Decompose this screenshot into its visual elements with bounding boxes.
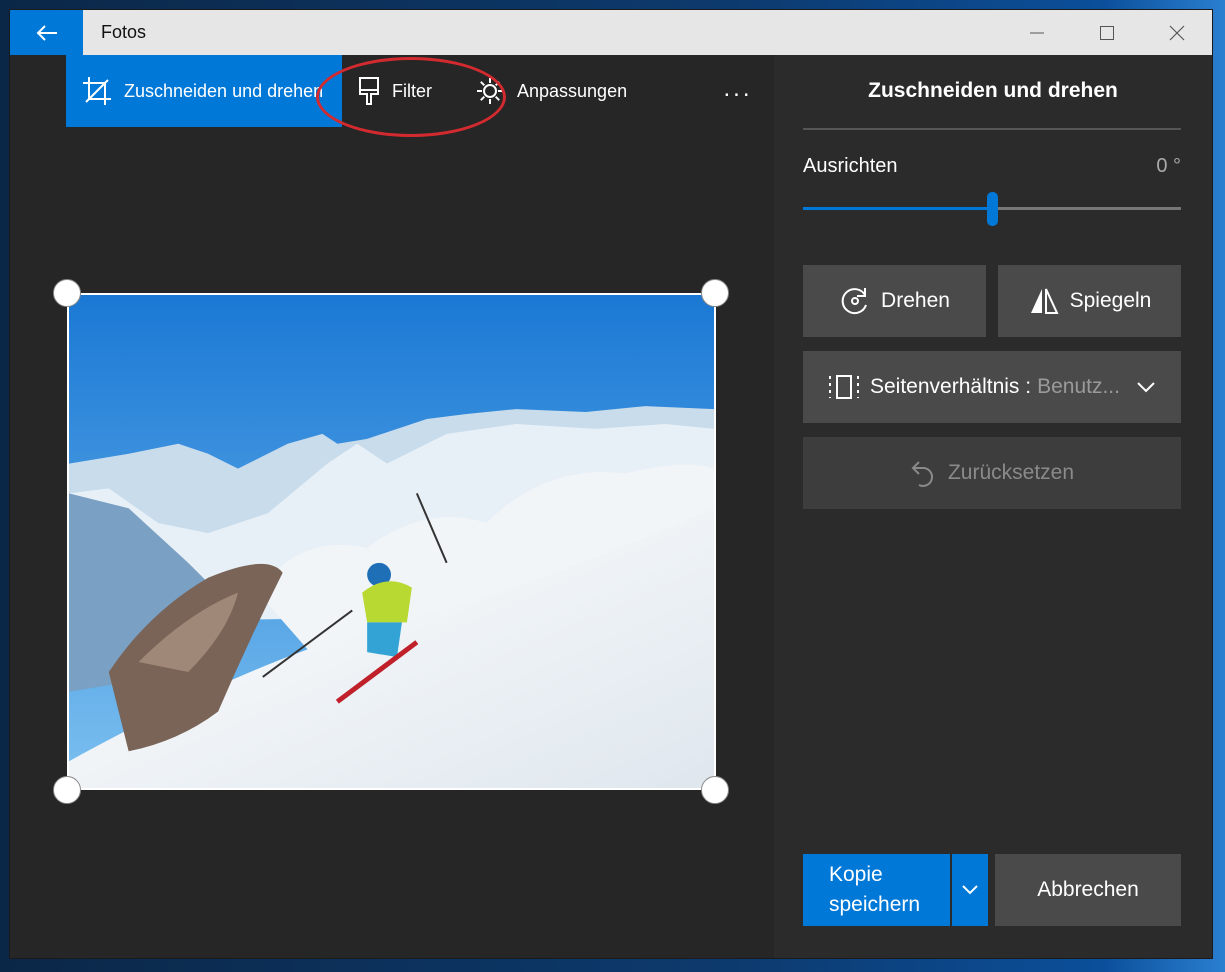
rotate-label: Drehen bbox=[881, 289, 950, 312]
flip-button[interactable]: Spiegeln bbox=[998, 265, 1181, 337]
close-icon bbox=[1169, 25, 1185, 40]
skier-photo bbox=[69, 295, 714, 788]
photos-app-window: Fotos Zuschneiden und drehen Filter Anpa… bbox=[10, 10, 1212, 958]
slider-thumb[interactable] bbox=[987, 192, 998, 226]
minimize-icon bbox=[1030, 32, 1044, 33]
flip-icon bbox=[1028, 285, 1060, 317]
close-button[interactable] bbox=[1142, 10, 1212, 55]
slider-track bbox=[992, 207, 1181, 210]
crop-handle-bottom-right[interactable] bbox=[701, 776, 729, 804]
tab-adjustments-label: Anpassungen bbox=[517, 80, 628, 101]
save-copy-label-line1: Kopie bbox=[829, 863, 883, 886]
aspect-ratio-value: Benutz... bbox=[1037, 375, 1120, 398]
annotation-circle bbox=[316, 57, 506, 137]
rotate-icon bbox=[839, 285, 871, 317]
save-copy-button[interactable]: Kopie speichern bbox=[803, 854, 950, 926]
crop-handle-top-left[interactable] bbox=[53, 279, 81, 307]
app-title: Fotos bbox=[101, 22, 147, 42]
divider bbox=[803, 128, 1181, 130]
crop-icon bbox=[82, 76, 112, 106]
tab-crop-rotate[interactable]: Zuschneiden und drehen bbox=[66, 55, 342, 127]
more-options-button[interactable]: ... bbox=[710, 75, 766, 105]
aspect-ratio-dropdown[interactable]: Seitenverhältnis : Benutz... bbox=[803, 351, 1181, 423]
chevron-down-icon bbox=[1136, 381, 1156, 393]
panel-title: Zuschneiden und drehen bbox=[868, 79, 1118, 102]
maximize-icon bbox=[1100, 25, 1114, 40]
reset-button[interactable]: Zurücksetzen bbox=[803, 437, 1181, 509]
straighten-slider[interactable] bbox=[803, 192, 1181, 226]
straighten-label: Ausrichten bbox=[803, 155, 898, 177]
save-copy-label-line2: speichern bbox=[829, 893, 921, 916]
reset-label: Zurücksetzen bbox=[947, 461, 1075, 484]
title-bar: Fotos bbox=[10, 10, 1212, 55]
crop-rotate-panel: Zuschneiden und drehen Ausrichten 0 ° Dr… bbox=[774, 55, 1212, 958]
arrow-left-icon bbox=[36, 24, 57, 41]
tab-crop-label: Zuschneiden und drehen bbox=[124, 80, 324, 101]
flip-label: Spiegeln bbox=[1069, 289, 1152, 312]
aspect-ratio-icon bbox=[828, 373, 860, 401]
minimize-button[interactable] bbox=[1002, 10, 1072, 55]
photo-crop-area[interactable] bbox=[67, 293, 716, 790]
back-button[interactable] bbox=[10, 10, 83, 55]
maximize-button[interactable] bbox=[1072, 10, 1142, 55]
crop-handle-top-right[interactable] bbox=[701, 279, 729, 307]
cancel-button[interactable]: Abbrechen bbox=[995, 854, 1181, 926]
rotate-button[interactable]: Drehen bbox=[803, 265, 986, 337]
slider-fill bbox=[803, 207, 992, 210]
aspect-ratio-label: Seitenverhältnis : bbox=[870, 375, 1032, 398]
save-options-dropdown[interactable] bbox=[952, 854, 988, 926]
chevron-down-icon bbox=[962, 885, 978, 895]
straighten-value: 0 ° bbox=[1156, 155, 1181, 177]
crop-handle-bottom-left[interactable] bbox=[53, 776, 81, 804]
undo-icon bbox=[910, 458, 938, 488]
